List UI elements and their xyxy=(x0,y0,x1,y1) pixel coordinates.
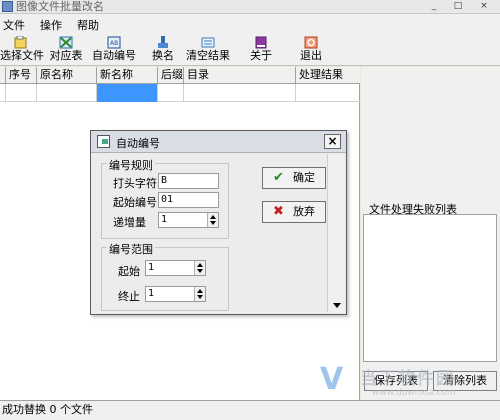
spin-up-icon[interactable] xyxy=(197,289,203,293)
cell-index[interactable] xyxy=(6,84,37,102)
column-header-new-name[interactable]: 新名称 xyxy=(97,67,158,84)
clear-results-button[interactable]: 清空结果 xyxy=(185,36,231,64)
toolbar: 选择文件 对应表 AB 自动编号 换名 清空结果 关于 退出 xyxy=(0,34,500,66)
menu-bar: 文件 操作 帮助 xyxy=(0,14,500,34)
clear-results-icon xyxy=(201,36,215,49)
range-start-label: 起始 xyxy=(118,265,140,278)
ok-button[interactable]: ✔ 确定 xyxy=(262,167,326,189)
rename-button[interactable]: 换名 xyxy=(148,36,178,64)
column-header-result[interactable]: 处理结果 xyxy=(296,67,360,84)
auto-number-label: 自动编号 xyxy=(92,49,136,62)
dialog-icon xyxy=(97,135,110,148)
cell-suffix[interactable] xyxy=(158,84,184,102)
select-file-button[interactable]: 选择文件 xyxy=(0,35,44,64)
range-end-stepper[interactable]: 1 xyxy=(145,286,206,302)
spin-down-icon[interactable] xyxy=(197,295,203,299)
maximize-button[interactable]: □ xyxy=(448,1,468,13)
step-label: 递增量 xyxy=(113,216,146,229)
select-file-icon xyxy=(14,35,28,49)
clear-results-label: 清空结果 xyxy=(186,49,230,62)
menu-operation[interactable]: 操作 xyxy=(40,17,62,33)
cancel-x-icon: ✖ xyxy=(273,204,284,219)
column-header-original-name[interactable]: 原名称 xyxy=(37,67,97,84)
cancel-button[interactable]: ✖ 放弃 xyxy=(262,201,326,223)
menu-help[interactable]: 帮助 xyxy=(77,17,99,33)
column-header-directory[interactable]: 目录 xyxy=(184,67,296,84)
close-window-button[interactable]: × xyxy=(474,1,494,13)
step-value: 1 xyxy=(161,214,168,225)
range-end-value: 1 xyxy=(148,288,155,299)
exit-icon xyxy=(304,36,318,49)
mapping-table-icon xyxy=(59,36,73,49)
about-button[interactable]: 关于 xyxy=(246,36,276,64)
rename-label: 换名 xyxy=(152,49,174,62)
cancel-label: 放弃 xyxy=(293,205,315,218)
minimize-button[interactable]: _ xyxy=(424,1,444,13)
dialog-titlebar: 自动编号 × xyxy=(91,131,346,153)
scroll-down-icon[interactable] xyxy=(333,303,341,308)
exit-label: 退出 xyxy=(300,49,322,62)
table-row[interactable] xyxy=(0,84,360,102)
grid-header: 序号 原名称 新名称 后缀 目录 处理结果 xyxy=(0,67,360,84)
app-icon xyxy=(2,1,13,12)
watermark-brand: 当下软件园 xyxy=(360,369,455,389)
spin-down-icon[interactable] xyxy=(197,269,203,273)
about-label: 关于 xyxy=(250,49,272,62)
ok-label: 确定 xyxy=(293,171,315,184)
fail-list[interactable] xyxy=(363,214,497,362)
range-start-value: 1 xyxy=(148,262,155,273)
column-header-suffix[interactable]: 后缀 xyxy=(158,67,184,84)
watermark-logo-icon: V xyxy=(320,362,344,397)
numbering-rule-title: 编号规则 xyxy=(107,157,155,173)
cell-directory[interactable] xyxy=(184,84,296,102)
cell-result[interactable] xyxy=(296,84,360,102)
numbering-range-title: 编号范围 xyxy=(107,241,155,257)
cell-new-name[interactable] xyxy=(97,84,158,102)
spin-up-icon[interactable] xyxy=(210,215,216,219)
step-spin-buttons[interactable] xyxy=(207,213,218,227)
prefix-label: 打头字符 xyxy=(113,177,157,190)
spin-up-icon[interactable] xyxy=(197,263,203,267)
auto-number-dialog: 自动编号 × 编号规则 打头字符 B 起始编号 01 递增量 1 编号范围 起始… xyxy=(90,130,347,315)
range-start-spin-buttons[interactable] xyxy=(194,261,205,275)
status-bar: 成功替换 0 个文件 xyxy=(0,400,500,420)
start-number-input[interactable]: 01 xyxy=(158,192,219,208)
window-title: 图像文件批量改名 xyxy=(16,0,104,13)
range-start-stepper[interactable]: 1 xyxy=(145,260,206,276)
dialog-close-button[interactable]: × xyxy=(324,134,341,149)
range-end-spin-buttons[interactable] xyxy=(194,287,205,301)
rename-icon xyxy=(156,36,170,49)
mapping-table-label: 对应表 xyxy=(49,49,83,62)
checkmark-icon: ✔ xyxy=(273,170,284,185)
svg-text:AB: AB xyxy=(110,40,118,47)
cell-original-name[interactable] xyxy=(37,84,97,102)
step-stepper[interactable]: 1 xyxy=(158,212,219,228)
range-end-label: 终止 xyxy=(118,290,140,303)
window-titlebar: 图像文件批量改名 _ □ × xyxy=(0,0,500,14)
menu-file[interactable]: 文件 xyxy=(3,17,25,33)
exit-button[interactable]: 退出 xyxy=(296,36,326,64)
auto-number-button[interactable]: AB 自动编号 xyxy=(92,36,136,64)
start-number-label: 起始编号 xyxy=(113,196,157,209)
dialog-scrollbar[interactable] xyxy=(327,154,344,312)
auto-number-icon: AB xyxy=(107,36,121,49)
dialog-title: 自动编号 xyxy=(116,137,160,150)
about-book-icon xyxy=(254,36,268,49)
prefix-input[interactable]: B xyxy=(158,173,219,189)
watermark: V 当下软件园 www.downxia.com xyxy=(320,362,500,402)
column-header-index[interactable]: 序号 xyxy=(6,67,37,84)
watermark-url: www.downxia.com xyxy=(372,388,456,398)
select-file-label: 选择文件 xyxy=(0,49,44,62)
mapping-table-button[interactable]: 对应表 xyxy=(47,36,85,64)
spin-down-icon[interactable] xyxy=(210,221,216,225)
